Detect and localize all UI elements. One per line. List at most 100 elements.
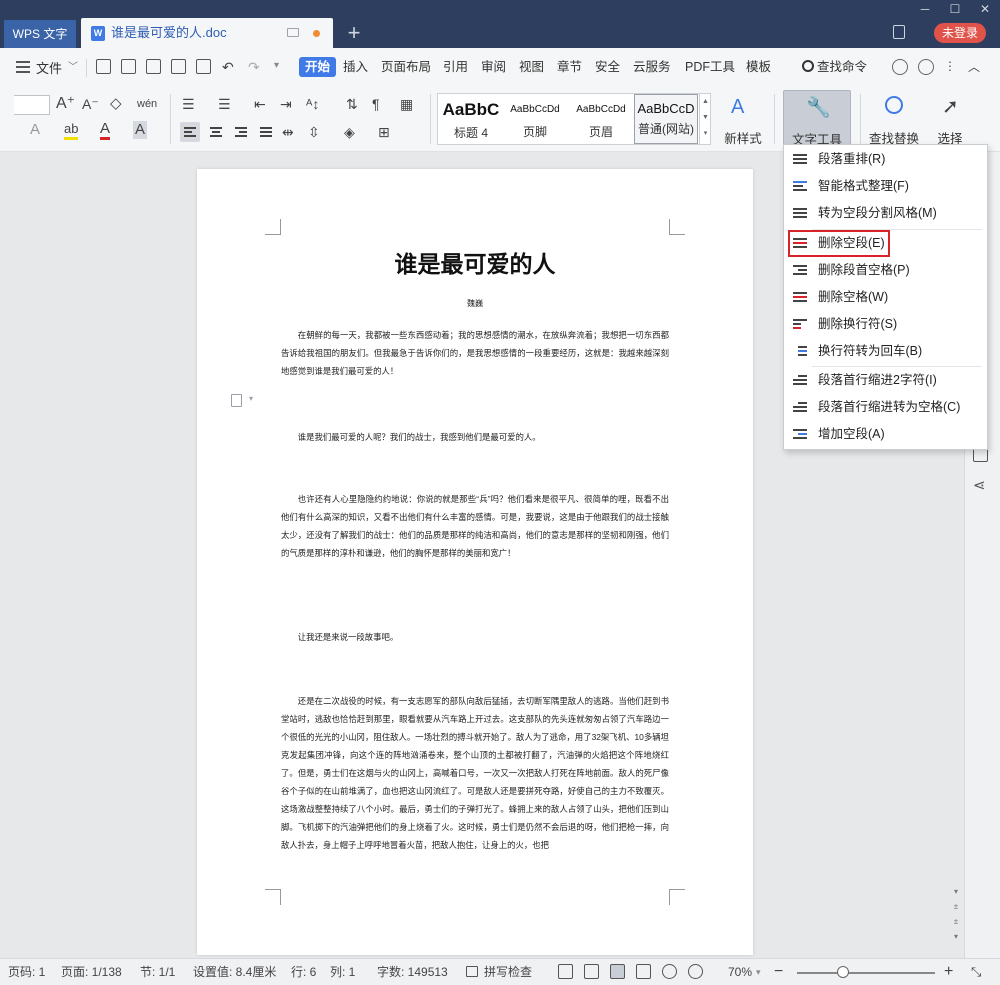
font-size-input[interactable] xyxy=(14,95,50,115)
reading-view-icon[interactable] xyxy=(584,964,599,979)
tab-templates[interactable]: 模板 xyxy=(746,48,771,86)
menu-item-delete-line-break[interactable]: 删除换行符(S) xyxy=(784,311,987,338)
find-replace-button[interactable]: 查找替换 xyxy=(866,90,922,148)
open-icon[interactable] xyxy=(96,59,111,74)
text-direction-icon[interactable]: ᴬ↕ xyxy=(306,95,319,113)
page-view-icon[interactable] xyxy=(610,964,625,979)
numbered-list-icon[interactable]: ☰ xyxy=(218,95,231,113)
align-center-button[interactable] xyxy=(206,122,226,142)
justify-button[interactable] xyxy=(256,122,276,142)
borders-icon[interactable]: ⊞ xyxy=(378,123,390,141)
menu-item-indent-to-space[interactable]: 段落首行缩进转为空格(C) xyxy=(784,394,987,421)
app-tab[interactable]: WPS 文字 xyxy=(4,20,76,48)
share-icon[interactable]: ⋖ xyxy=(973,478,989,494)
tab-insert[interactable]: 插入 xyxy=(343,48,368,86)
style-footer[interactable]: AaBbCcDd 页脚 xyxy=(504,94,566,144)
fit-page-icon[interactable]: ⤡ xyxy=(971,959,981,985)
device-icon[interactable] xyxy=(893,25,905,39)
print-icon[interactable] xyxy=(171,59,186,74)
menu-item-delete-leading-space[interactable]: 删除段首空格(P) xyxy=(784,257,987,284)
redo-icon[interactable]: ↷ xyxy=(248,58,260,76)
tab-review[interactable]: 审阅 xyxy=(481,48,506,86)
zoom-out-icon[interactable]: − xyxy=(774,959,783,985)
tab-cloud-service[interactable]: 云服务 xyxy=(633,48,671,86)
decrease-font-icon[interactable]: A⁻ xyxy=(82,95,99,113)
menu-item-line-break-to-enter[interactable]: 换行符转为回车(B) xyxy=(784,338,987,365)
eye-protection-icon[interactable] xyxy=(688,964,703,979)
pdf-export-icon[interactable] xyxy=(146,59,161,74)
para-layout-icon[interactable]: ▦ xyxy=(400,95,413,113)
zoom-in-icon[interactable]: + xyxy=(944,959,953,985)
status-spell-check[interactable]: 拼写检查 xyxy=(484,959,532,985)
zoom-slider-handle[interactable] xyxy=(837,966,849,978)
tab-page-layout[interactable]: 页面布局 xyxy=(381,48,431,86)
document-tab[interactable]: W 谁是最可爱的人.doc xyxy=(81,18,333,48)
text-effect-icon[interactable]: A xyxy=(30,121,40,139)
quick-access-chevron-icon[interactable]: ▾ xyxy=(274,57,279,75)
tab-security[interactable]: 安全 xyxy=(595,48,620,86)
tab-pdf-tools[interactable]: PDF工具 xyxy=(685,48,735,86)
show-marks-icon[interactable]: ¶ xyxy=(372,95,380,113)
outline-view-icon[interactable] xyxy=(636,964,651,979)
font-color-icon[interactable]: A xyxy=(100,121,111,140)
status-col[interactable]: 列: 1 xyxy=(330,959,355,985)
menu-item-delete-empty-paragraph[interactable]: 删除空段(E) xyxy=(788,230,890,257)
menu-item-add-empty-paragraph[interactable]: 增加空段(A) xyxy=(784,421,987,448)
chevron-down-icon[interactable]: ▾ xyxy=(249,394,253,403)
clear-format-icon[interactable]: ◇ xyxy=(110,95,122,113)
new-style-button[interactable]: A 新样式 xyxy=(718,90,768,148)
menu-item-first-line-indent[interactable]: 段落首行缩进2字符(I) xyxy=(784,367,987,394)
menu-item-smart-format[interactable]: 智能格式整理(F) xyxy=(784,173,987,200)
scroll-nav-icons[interactable]: ▾ ± ± ▾ xyxy=(951,884,961,944)
tab-view[interactable]: 视图 xyxy=(519,48,544,86)
status-section[interactable]: 节: 1/1 xyxy=(140,959,175,985)
status-setting[interactable]: 设置值: 8.4厘米 xyxy=(193,959,276,985)
style-normal-web[interactable]: AaBbCcD 普通(网站) xyxy=(634,94,698,144)
increase-indent-icon[interactable]: ⇥ xyxy=(280,95,292,113)
login-button[interactable]: 未登录 xyxy=(934,23,986,43)
tab-home[interactable]: 开始 xyxy=(299,57,337,77)
maximize-button[interactable]: ☐ xyxy=(940,0,970,18)
minimize-button[interactable]: ─ xyxy=(910,0,940,18)
feedback-icon[interactable] xyxy=(892,59,908,75)
print-preview-icon[interactable] xyxy=(196,59,211,74)
zoom-dropdown-icon[interactable]: ▾ xyxy=(756,959,761,985)
decrease-indent-icon[interactable]: ⇤ xyxy=(254,95,266,113)
collapse-ribbon-icon[interactable]: ︿ xyxy=(968,58,980,76)
close-button[interactable]: ✕ xyxy=(970,0,1000,18)
select-button[interactable]: ➚ 选择 xyxy=(930,90,970,148)
shading-icon[interactable]: ◈ xyxy=(344,123,355,141)
fullscreen-icon[interactable] xyxy=(558,964,573,979)
search-command[interactable]: 查找命令 xyxy=(802,48,867,86)
document-page[interactable]: 谁是最可爱的人 魏巍 在朝鲜的每一天，我都被一些东西感动着；我的思想感情的潮水，… xyxy=(197,169,753,955)
gear-icon[interactable] xyxy=(918,59,934,75)
increase-font-icon[interactable]: A⁺ xyxy=(56,95,75,113)
hamburger-icon[interactable] xyxy=(16,61,30,73)
zoom-slider[interactable] xyxy=(797,972,935,974)
sort-icon[interactable]: ⇅ xyxy=(346,95,358,113)
menu-item-paragraph-rearrange[interactable]: 段落重排(R) xyxy=(784,146,987,173)
line-spacing-icon[interactable]: ⇳ xyxy=(308,123,320,141)
status-page[interactable]: 页面: 1/138 xyxy=(61,959,122,985)
style-header[interactable]: AaBbCcDd 页眉 xyxy=(568,94,634,144)
new-tab-button[interactable]: + xyxy=(342,20,366,46)
distribute-icon[interactable]: ⇹ xyxy=(282,123,294,141)
menu-item-delete-space[interactable]: 删除空格(W) xyxy=(784,284,987,311)
status-word-count[interactable]: 字数: 149513 xyxy=(377,959,448,985)
tab-references[interactable]: 引用 xyxy=(443,48,468,86)
web-view-icon[interactable] xyxy=(662,964,677,979)
chevron-down-icon[interactable]: ﹀ xyxy=(68,58,78,73)
document-map-icon[interactable] xyxy=(231,394,242,407)
phonetic-guide-icon[interactable]: wén xyxy=(137,95,157,113)
zoom-level[interactable]: 70% xyxy=(728,959,752,985)
style-heading-4[interactable]: AaBbC 标题 4 xyxy=(438,94,504,144)
more-icon[interactable]: ⋮ xyxy=(944,57,956,75)
status-row[interactable]: 行: 6 xyxy=(291,959,316,985)
status-page-code[interactable]: 页码: 1 xyxy=(8,959,45,985)
character-shading-icon[interactable]: A xyxy=(133,121,148,139)
align-left-button[interactable] xyxy=(180,122,200,142)
undo-icon[interactable]: ↶ xyxy=(222,58,234,76)
spell-check-icon[interactable] xyxy=(466,966,478,977)
monitor-icon[interactable] xyxy=(287,28,299,37)
text-tools-button[interactable]: 🔧 文字工具 xyxy=(783,90,851,148)
